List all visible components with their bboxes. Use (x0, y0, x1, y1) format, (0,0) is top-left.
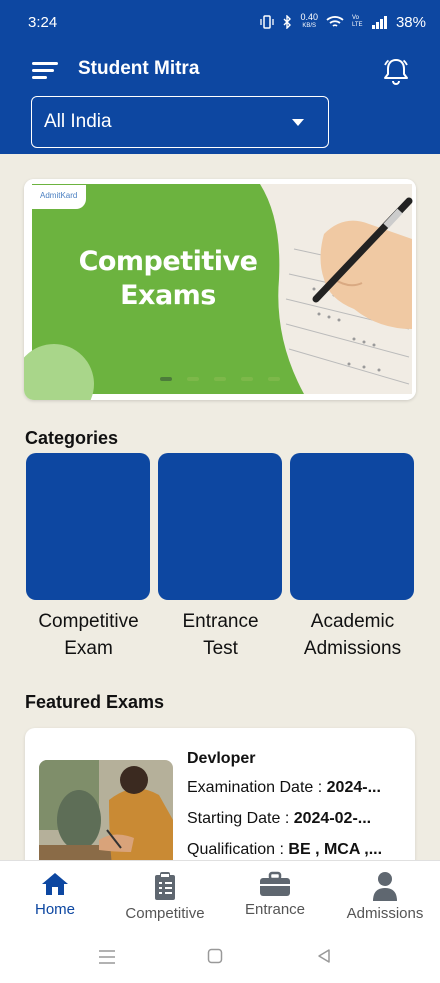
back-icon[interactable] (316, 948, 332, 964)
region-value: All India (44, 111, 112, 132)
carousel-indicator (160, 377, 280, 381)
battery-level: 38% (395, 13, 426, 31)
person-icon (373, 872, 397, 901)
category-label: Entrance Test (182, 611, 259, 659)
app-title: Student Mitra (78, 58, 200, 79)
status-bar: 3:24 0.40 KB/S Vo LTE 38% (0, 0, 440, 44)
home-button-icon[interactable] (207, 948, 223, 964)
notification-bell-icon[interactable] (381, 56, 411, 86)
category-academic-admissions[interactable]: Academic Admissions (290, 453, 415, 662)
wifi-icon (326, 16, 344, 27)
bottom-navigation: Home Competitive Entrance Admissions (0, 860, 440, 935)
nav-admissions[interactable]: Admissions (330, 871, 440, 922)
nav-home[interactable]: Home (0, 871, 110, 918)
carousel-dot[interactable] (187, 377, 199, 381)
system-navigation-bar (0, 935, 440, 983)
featured-exams-heading: Featured Exams (25, 692, 165, 712)
promo-banner[interactable]: AdmitKard Competitive Exams (24, 179, 416, 400)
nav-competitive[interactable]: Competitive (110, 871, 220, 922)
category-entrance-test[interactable]: Entrance Test (158, 453, 283, 662)
status-time: 3:24 (28, 13, 58, 31)
vibrate-icon (260, 15, 275, 29)
category-competitive-exam[interactable]: Competitive Exam (26, 453, 151, 662)
bluetooth-icon (283, 15, 292, 29)
volte-label: Vo LTE (351, 15, 363, 28)
region-dropdown[interactable]: All India (31, 96, 329, 148)
status-icons: 0.40 KB/S Vo LTE 38% (260, 13, 426, 31)
qualification-row: Qualification : BE , MCA ,... (187, 841, 383, 858)
category-label: Competitive Exam (38, 611, 139, 659)
carousel-dot[interactable] (268, 377, 280, 381)
app-bar: Student Mitra All India (0, 44, 440, 154)
clipboard-icon (155, 872, 175, 900)
category-tile[interactable] (290, 453, 414, 600)
category-tile[interactable] (158, 453, 282, 600)
exam-name: Devloper (187, 750, 256, 767)
category-label: Academic Admissions (303, 611, 402, 659)
banner-brand-logo: AdmitKard (30, 185, 86, 209)
recent-apps-icon[interactable] (98, 949, 116, 965)
carousel-dot[interactable] (160, 377, 172, 381)
categories-heading: Categories (25, 428, 119, 448)
home-icon (42, 873, 68, 895)
banner-title: Competitive Exams (78, 246, 258, 311)
nav-entrance[interactable]: Entrance (220, 871, 330, 918)
carousel-dot[interactable] (241, 377, 253, 381)
network-speed: 0.40 KB/S (300, 12, 318, 30)
signal-icon (371, 16, 387, 29)
category-tile[interactable] (26, 453, 150, 600)
menu-icon[interactable] (32, 60, 58, 82)
start-date-row: Starting Date : 2024-02-... (187, 810, 372, 827)
exam-details: Devloper Examination Date : 2024-... Sta… (187, 750, 401, 871)
exam-date-row: Examination Date : 2024-... (187, 779, 381, 796)
dropdown-caret-icon (292, 119, 304, 126)
briefcase-icon (260, 871, 290, 896)
carousel-dot[interactable] (214, 377, 226, 381)
featured-exam-card[interactable]: Devloper Examination Date : 2024-... Sta… (25, 728, 415, 878)
